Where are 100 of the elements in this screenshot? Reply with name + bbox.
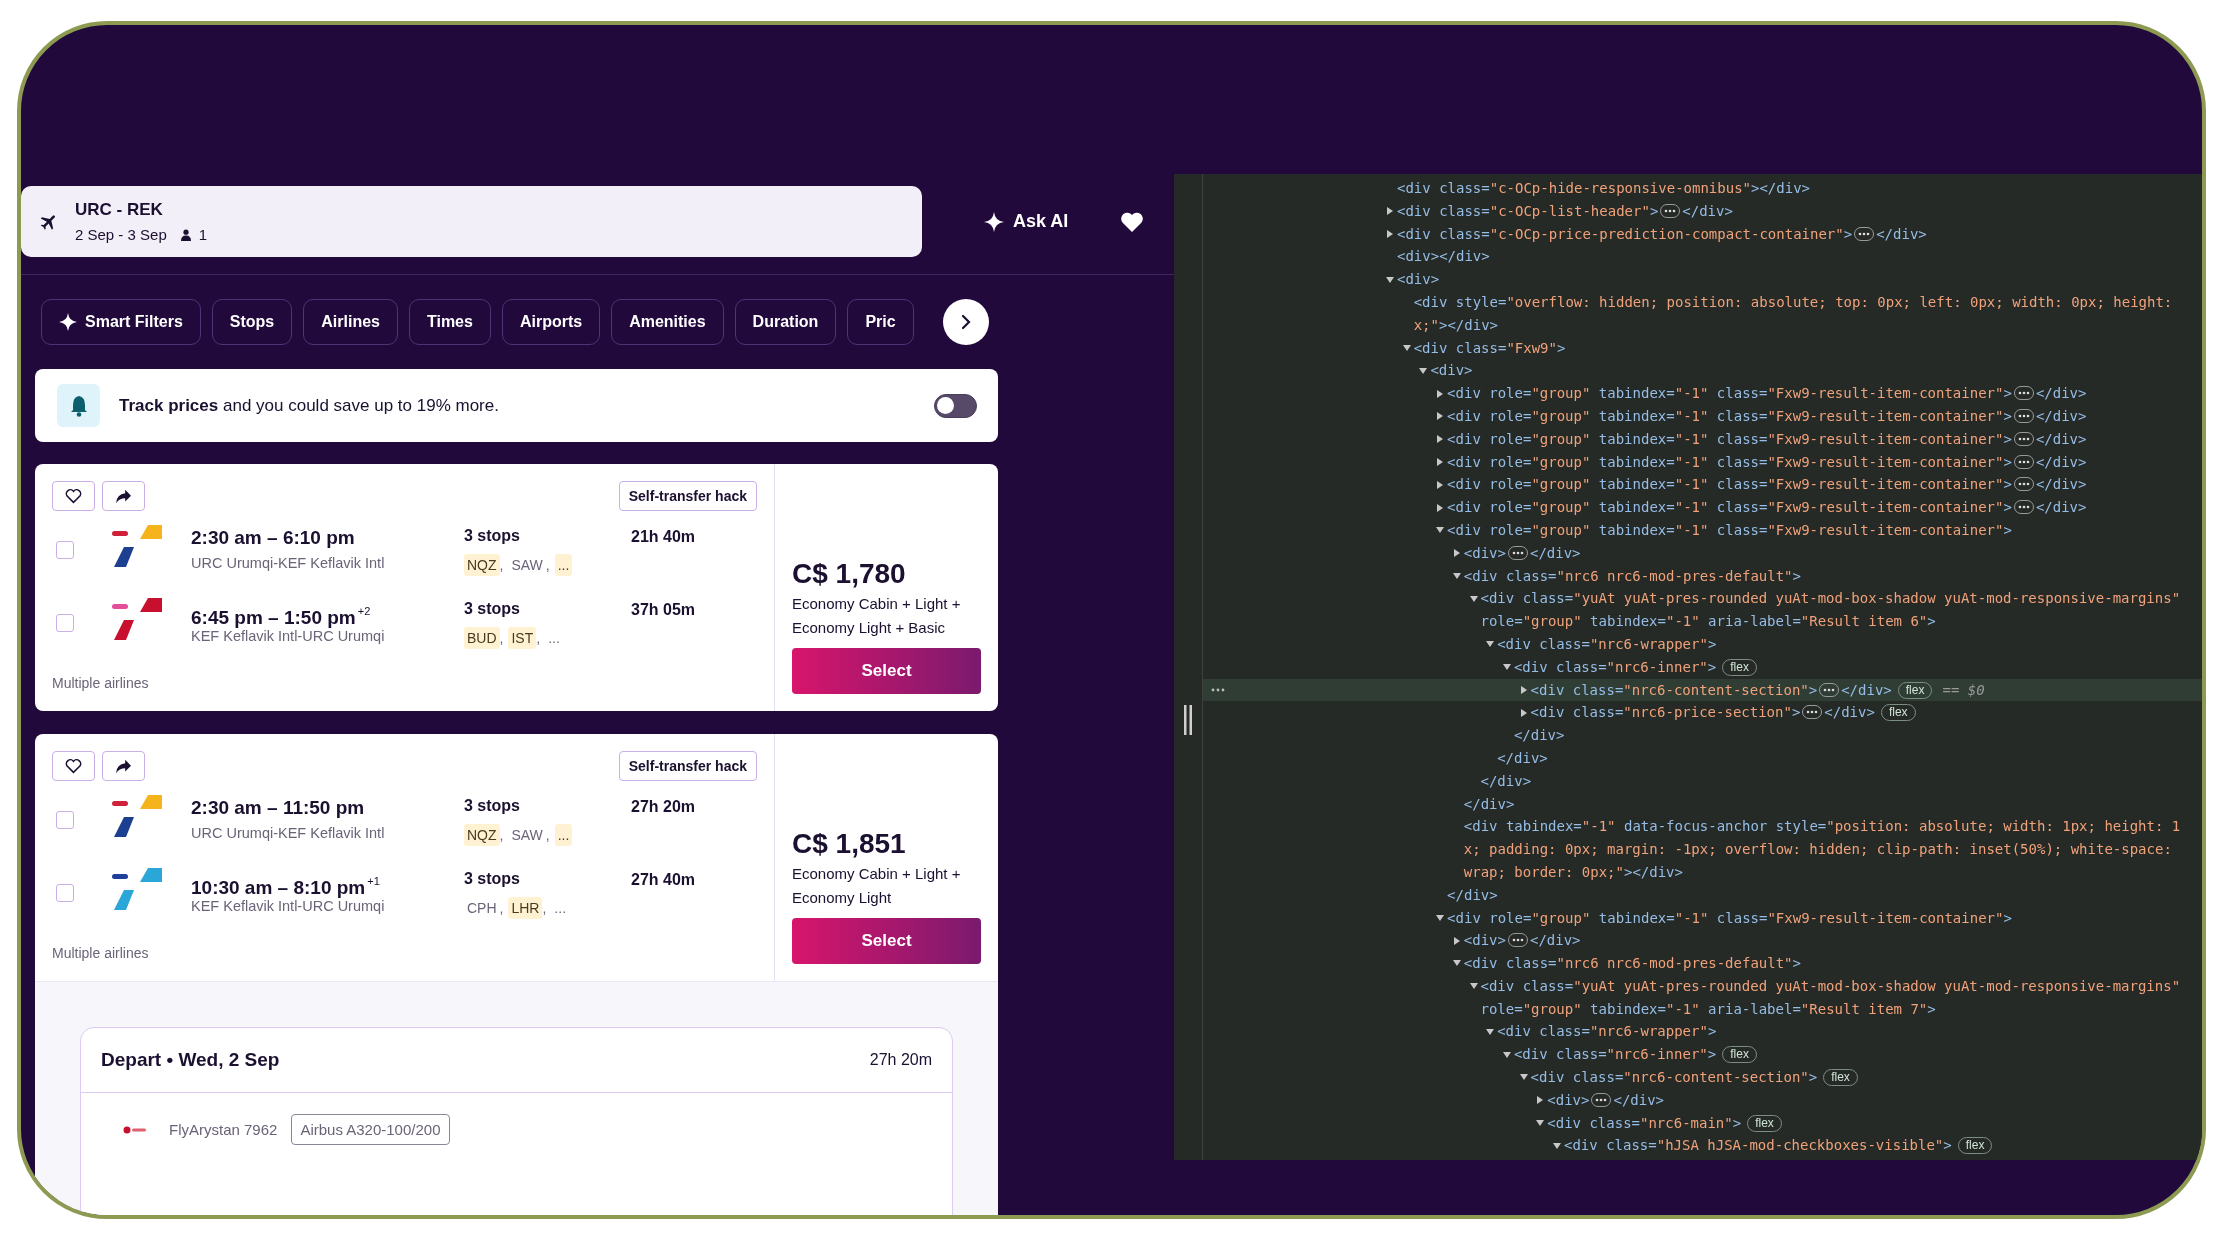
code-line[interactable]: <div class="nrc6-content-section"> <box>1530 678 1818 702</box>
search-summary-bar[interactable]: URC - REK 2 Sep - 3 Sep 1 <box>21 186 922 257</box>
heart-icon[interactable] <box>1120 210 1145 233</box>
expand-arrow-icon[interactable] <box>1402 343 1411 352</box>
filter-chip[interactable]: Times <box>408 299 491 345</box>
code-line[interactable]: <div tabindex="-1" data-focus-anchor style="position: absolute; width: 1px; height: 1 x; padding: 0px; margin: -1px; overflow: hidden; clip-path: inset(50%); white-space: wrap; border: 0px;"></div> <box>1463 815 2181 884</box>
filter-chip[interactable]: Smart Filters <box>41 299 201 345</box>
filter-chip[interactable]: Amenities <box>611 299 724 345</box>
expand-arrow-icon[interactable] <box>1436 435 1445 444</box>
filter-chip[interactable]: Pric <box>847 299 914 345</box>
checkbox[interactable] <box>56 884 74 902</box>
code-line[interactable]: <div></div> <box>1397 245 1490 269</box>
expand-arrow-icon[interactable] <box>1486 640 1495 649</box>
code-line[interactable]: <div role="group" tabindex="-1" class="Fxw9-result-item-container"> <box>1447 473 2012 497</box>
code-line[interactable]: <div> <box>1430 359 1473 383</box>
expand-arrow-icon[interactable] <box>1452 571 1461 580</box>
ellipsis-icon[interactable] <box>1507 933 1528 948</box>
share-button[interactable] <box>102 481 145 511</box>
ellipsis-icon[interactable] <box>1802 705 1823 720</box>
scroll-right-button[interactable] <box>943 299 989 345</box>
expand-arrow-icon[interactable] <box>1536 1119 1545 1128</box>
expand-arrow-icon[interactable] <box>1519 1073 1528 1082</box>
expand-arrow-icon[interactable] <box>1519 708 1528 717</box>
checkbox[interactable] <box>56 614 74 632</box>
closing-tag[interactable]: </div> <box>1513 724 1565 747</box>
filter-chip[interactable]: Duration <box>734 299 837 345</box>
select-button[interactable]: Select <box>792 648 981 694</box>
expand-arrow-icon[interactable] <box>1469 594 1478 603</box>
closing-tag[interactable]: </div> <box>1480 769 1532 793</box>
code-line[interactable]: <div style="overflow: hidden; position: absolute; top: 0px; left: 0px; width: 0px; height: x;"></div> <box>1413 291 2173 337</box>
code-line[interactable]: <div class="nrc6 nrc6-mod-pres-default"> <box>1463 952 1801 975</box>
expand-arrow-icon[interactable] <box>1519 685 1528 694</box>
expand-arrow-icon[interactable] <box>1469 982 1478 991</box>
filter-chip[interactable]: Stops <box>211 299 293 345</box>
code-line[interactable]: <div class="nrc6-wrapper"> <box>1497 632 1717 656</box>
ellipsis-icon[interactable] <box>2013 454 2034 469</box>
expand-arrow-icon[interactable] <box>1452 959 1461 968</box>
expand-arrow-icon[interactable] <box>1553 1141 1561 1150</box>
code-line[interactable]: <div role="group" tabindex="-1" class="Fxw9-result-item-container"> <box>1447 906 2012 930</box>
expand-arrow-icon[interactable] <box>1436 412 1445 421</box>
code-line[interactable]: <div role="group" tabindex="-1" class="Fxw9-result-item-container"> <box>1447 382 2012 405</box>
filter-chip[interactable]: Airlines <box>303 299 398 345</box>
code-line[interactable]: <div class="nrc6-inner"> <box>1513 1043 1717 1067</box>
closing-tag[interactable]: </div> <box>1463 792 1515 816</box>
code-line[interactable]: <div role="group" tabindex="-1" class="Fxw9-result-item-container"> <box>1447 427 2012 451</box>
filter-chip[interactable]: Airports <box>501 299 601 345</box>
ellipsis-icon[interactable] <box>1660 203 1681 218</box>
ellipsis-icon[interactable] <box>2013 431 2034 446</box>
checkbox[interactable] <box>56 541 74 559</box>
ellipsis-icon[interactable] <box>2013 500 2034 515</box>
ellipsis-icon[interactable] <box>1507 545 1528 560</box>
code-line[interactable]: <div> <box>1397 268 1440 291</box>
selection-highlight[interactable]: <div class="nrc6-content-section"> </div> flex == $0 <box>1203 678 2202 702</box>
code-line[interactable]: <div role="group" tabindex="-1" class="Fxw9-result-item-container"> <box>1447 496 2012 519</box>
code-line[interactable]: <div class="c-OCp-hide-responsive-omnibus"></div> <box>1397 177 1811 200</box>
expand-arrow-icon[interactable] <box>1386 275 1394 284</box>
ellipsis-icon[interactable] <box>2013 386 2034 401</box>
code-line[interactable]: <div> <box>1463 929 1506 953</box>
more-icon[interactable] <box>1211 686 1225 693</box>
save-button[interactable] <box>52 751 95 781</box>
closing-tag[interactable]: </div> <box>1497 746 1548 770</box>
expand-arrow-icon[interactable] <box>1486 1027 1495 1036</box>
code-line[interactable]: <div class="hJSA hJSA-mod-checkboxes-visible"> <box>1564 1134 1952 1158</box>
code-line[interactable]: <div class="c-OCp-list-header"> <box>1397 199 1659 223</box>
code-line[interactable]: <div class="yuAt yuAt-pres-rounded yuAt-mod-box-shadow yuAt-mod-responsive-margins" role="group" tabindex="-1" aria-label="Result item 6"> <box>1480 587 2181 633</box>
ellipsis-icon[interactable] <box>1591 1092 1612 1107</box>
share-button[interactable] <box>102 751 145 781</box>
expand-arrow-icon[interactable] <box>1502 1050 1511 1059</box>
ellipsis-icon[interactable] <box>1854 226 1875 241</box>
expand-arrow-icon[interactable] <box>1436 389 1445 398</box>
expand-arrow-icon[interactable] <box>1436 526 1445 535</box>
checkbox[interactable] <box>56 811 74 829</box>
code-line[interactable]: <div class="Fxw9"> <box>1413 336 1566 360</box>
code-line[interactable]: <div> <box>1463 541 1506 565</box>
closing-tag[interactable]: </div> <box>1447 883 1498 907</box>
expand-arrow-icon[interactable] <box>1386 207 1394 216</box>
code-line[interactable]: <div class="nrc6 nrc6-mod-pres-default"> <box>1463 564 1801 588</box>
toggle-switch[interactable] <box>934 393 977 418</box>
expand-arrow-icon[interactable] <box>1436 457 1445 466</box>
code-line[interactable]: <div class="c-OCp-price-prediction-compact-container"> <box>1397 222 1853 246</box>
select-button[interactable]: Select <box>792 918 981 964</box>
ask-ai-button[interactable]: Ask AI <box>978 205 1075 238</box>
code-line[interactable]: <div class="nrc6-content-section"> <box>1530 1066 1818 1089</box>
code-line[interactable]: <div class="nrc6-wrapper"> <box>1497 1020 1717 1044</box>
save-button[interactable] <box>52 481 95 511</box>
ellipsis-icon[interactable] <box>1819 682 1840 697</box>
code-line[interactable]: <div role="group" tabindex="-1" class="Fxw9-result-item-container"> <box>1447 404 2012 428</box>
expand-arrow-icon[interactable] <box>1436 480 1445 489</box>
expand-arrow-icon[interactable] <box>1502 663 1511 672</box>
code-line[interactable]: <div class="nrc6-inner"> <box>1513 655 1717 679</box>
code-line[interactable]: <div> <box>1547 1088 1590 1112</box>
expand-arrow-icon[interactable] <box>1436 913 1445 922</box>
ellipsis-icon[interactable] <box>2013 408 2034 423</box>
expand-arrow-icon[interactable] <box>1452 549 1461 558</box>
expand-arrow-icon[interactable] <box>1419 366 1428 375</box>
code-line[interactable]: <div class="yuAt yuAt-pres-rounded yuAt-mod-box-shadow yuAt-mod-responsive-margins" role="group" tabindex="-1" aria-label="Result item 7"> <box>1480 974 2181 1021</box>
code-line[interactable]: <div role="group" tabindex="-1" class="Fxw9-result-item-container"> <box>1447 450 2012 474</box>
expand-arrow-icon[interactable] <box>1386 230 1394 238</box>
expand-arrow-icon[interactable] <box>1436 503 1445 512</box>
code-line[interactable]: <div class="nrc6-main"> <box>1547 1111 1742 1135</box>
